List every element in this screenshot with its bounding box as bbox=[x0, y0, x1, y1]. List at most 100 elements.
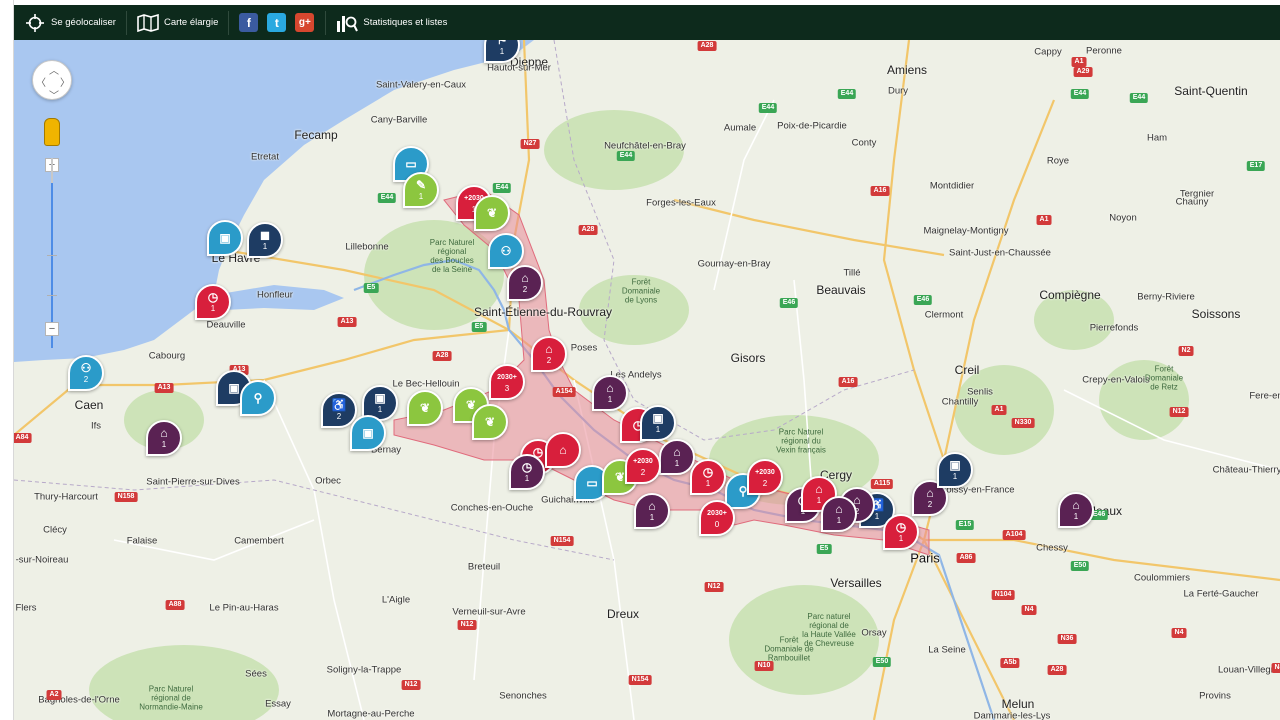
place-label: Honfleur bbox=[257, 289, 293, 301]
marker-clock[interactable]: ◷1 bbox=[509, 454, 545, 490]
place-label: Soligny-la-Trappe bbox=[326, 664, 402, 676]
pan-left-icon[interactable]: 〈 bbox=[36, 74, 46, 89]
marker-count: 1 bbox=[674, 459, 680, 468]
marker-count: 1 bbox=[836, 516, 842, 525]
marker-count: 1 bbox=[161, 440, 167, 449]
geolocate-button[interactable]: Se géolocaliser bbox=[14, 5, 126, 40]
place-label: Fecamp bbox=[294, 128, 338, 142]
road-shield: N27 bbox=[520, 139, 540, 149]
place-label: Clécy bbox=[43, 524, 67, 536]
marker-pedestrian[interactable]: ⚇ bbox=[488, 233, 524, 269]
marker-bus[interactable]: ▣ 1 bbox=[937, 452, 973, 488]
road-shield: N12 bbox=[401, 680, 421, 690]
marker-bike[interactable]: ⚲ bbox=[240, 380, 276, 416]
street-view-pegman-icon[interactable] bbox=[44, 118, 60, 146]
marker-heritage[interactable]: ⌂ 1 bbox=[659, 439, 695, 475]
geolocate-label: Se géolocaliser bbox=[51, 17, 116, 28]
marker-clock[interactable]: ◷1 bbox=[883, 514, 919, 550]
statistics-button[interactable]: Statistiques et listes bbox=[326, 5, 457, 40]
marker-clock[interactable]: ◷1 bbox=[195, 284, 231, 320]
pan-down-icon[interactable]: ﹀ bbox=[49, 87, 59, 102]
place-label: Crepy-en-Valois bbox=[1082, 374, 1150, 386]
marker-heritage[interactable]: ⌂ 2 bbox=[507, 265, 543, 301]
road-shield: N158 bbox=[114, 492, 138, 502]
map-canvas[interactable]: Dieppe Hautot-sur-Mer Saint-Valery-en-Caux… bbox=[14, 40, 1280, 720]
marker-count: 1 bbox=[1073, 512, 1079, 521]
road-shield: A28 bbox=[578, 225, 598, 235]
zoom-slider[interactable] bbox=[51, 158, 53, 348]
marker-project-2030[interactable]: +2030 2 bbox=[625, 448, 661, 484]
place-label: Chantilly bbox=[941, 396, 979, 408]
marker-bus[interactable]: ▣ bbox=[350, 415, 386, 451]
heritage-icon: ⌂ bbox=[815, 482, 823, 496]
heritage-icon: ⌂ bbox=[1072, 498, 1080, 512]
marker-project-2030[interactable]: +2030 2 bbox=[747, 459, 783, 495]
zoom-out-button[interactable]: − bbox=[45, 322, 59, 336]
place-label: Cany-Barville bbox=[370, 114, 428, 126]
road-shield: N330 bbox=[1011, 418, 1035, 428]
place-label: Le Bec-Hellouin bbox=[392, 378, 460, 390]
marker-count: 1 bbox=[607, 395, 613, 404]
place-label: Peronne bbox=[1086, 45, 1122, 57]
place-label: Melun bbox=[1001, 697, 1035, 711]
pan-control[interactable]: ︿ ﹀ 〈 〉 bbox=[32, 60, 72, 102]
heritage-icon: ⌂ bbox=[673, 445, 681, 459]
place-label: Dury bbox=[887, 85, 909, 97]
statistics-label: Statistiques et listes bbox=[363, 17, 448, 28]
marker-heritage[interactable]: ⌂ 1 bbox=[146, 420, 182, 456]
marker-accessibility[interactable]: ♿ 2 bbox=[321, 392, 357, 428]
place-label: -sur-Noireau bbox=[15, 554, 69, 566]
marker-landscape[interactable]: ✎ 1 bbox=[403, 172, 439, 208]
road-shield: E50 bbox=[872, 657, 892, 667]
road-shield: E5 bbox=[363, 283, 379, 293]
place-label: Creil bbox=[954, 363, 980, 377]
place-label: Essay bbox=[265, 698, 291, 710]
place-label: Falaise bbox=[126, 535, 158, 547]
road-shield: N12 bbox=[704, 582, 724, 592]
marker-clock[interactable]: ◷1 bbox=[690, 459, 726, 495]
marker-nature[interactable]: ❦ bbox=[407, 390, 443, 426]
facebook-icon[interactable]: f bbox=[239, 13, 259, 32]
park-label: Parc Naturel régional des Boucles de la … bbox=[429, 238, 475, 274]
pan-up-icon[interactable]: ︿ bbox=[49, 62, 59, 77]
twitter-icon[interactable]: t bbox=[267, 13, 287, 32]
pedestrian-icon: ⚇ bbox=[80, 361, 92, 375]
marker-pedestrian[interactable]: ⚇ 2 bbox=[68, 355, 104, 391]
large-map-button[interactable]: Carte élargie bbox=[127, 5, 228, 40]
place-label: Hautot-sur-Mer bbox=[487, 62, 551, 74]
road-shield: N2 bbox=[1178, 346, 1194, 356]
marker-project-2030[interactable]: 2030+ 0 bbox=[699, 500, 735, 536]
bus-icon: ▭ bbox=[405, 156, 417, 171]
marker-nature[interactable]: ❦ bbox=[474, 195, 510, 231]
road-shield: N4 bbox=[1271, 663, 1280, 673]
marker-rail[interactable]: ◼ 1 bbox=[247, 222, 283, 258]
marker-bus[interactable]: ▣ bbox=[207, 220, 243, 256]
marker-heritage[interactable]: ⌂ bbox=[545, 432, 581, 468]
marker-nature[interactable]: ❦ bbox=[472, 404, 508, 440]
bike-icon: ⚲ bbox=[253, 390, 263, 405]
project-2030-icon: +2030 bbox=[633, 458, 653, 465]
road-shield: N12 bbox=[1169, 407, 1189, 417]
park-label: Forêt Domaniale de Lyons bbox=[621, 277, 661, 305]
place-label: Chauny bbox=[1175, 196, 1209, 208]
pan-right-icon[interactable]: 〉 bbox=[60, 74, 70, 89]
place-label: Amiens bbox=[886, 63, 928, 77]
place-label: Saint-Étienne-du-Rouvray bbox=[473, 305, 613, 319]
marker-bus[interactable]: ▣ 1 bbox=[640, 405, 676, 441]
marker-project-2030[interactable]: 2030+ 3 bbox=[489, 364, 525, 400]
social-links: f t g+ bbox=[229, 5, 325, 40]
marker-heritage[interactable]: ⌂ 2 bbox=[531, 336, 567, 372]
marker-count: 0 bbox=[714, 520, 720, 529]
place-label: Poix-de-Picardie bbox=[777, 120, 847, 132]
place-label: Flers bbox=[15, 602, 37, 614]
marker-heritage[interactable]: ⌂ 1 bbox=[821, 496, 857, 532]
marker-heritage[interactable]: ⌂ 1 bbox=[592, 375, 628, 411]
rail-icon: ◼ bbox=[260, 228, 270, 242]
marker-count: 1 bbox=[705, 479, 711, 488]
marker-heritage[interactable]: ⌂ 1 bbox=[1058, 492, 1094, 528]
app-frame: Se géolocaliser Carte élargie f t g+ Sta… bbox=[0, 0, 1280, 720]
google-plus-icon[interactable]: g+ bbox=[295, 13, 315, 32]
heritage-icon: ⌂ bbox=[648, 499, 656, 513]
marker-count: 2 bbox=[640, 468, 646, 477]
marker-heritage[interactable]: ⌂ 1 bbox=[634, 493, 670, 529]
